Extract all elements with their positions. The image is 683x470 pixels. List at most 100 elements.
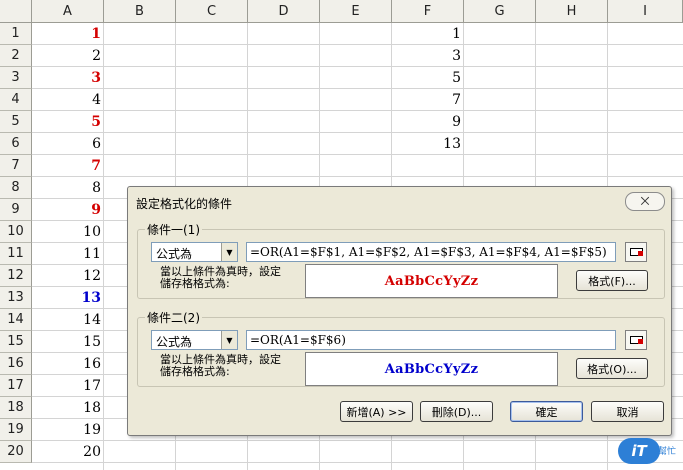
condition-2-range-picker-button[interactable] bbox=[625, 330, 647, 350]
condition-2-preview: AaBbCcYyZz bbox=[305, 352, 558, 386]
column-header-b[interactable]: B bbox=[104, 0, 176, 23]
condition-1-preview: AaBbCcYyZz bbox=[305, 264, 558, 298]
cell-a[interactable]: 13 bbox=[32, 287, 104, 308]
row-header[interactable]: 6 bbox=[0, 133, 32, 155]
condition-1-description: 當以上條件為真時，設定 儲存格格式為: bbox=[160, 266, 281, 290]
row-header[interactable]: 14 bbox=[0, 309, 32, 331]
close-icon: ⨉ bbox=[640, 194, 650, 208]
row-header[interactable]: 5 bbox=[0, 111, 32, 133]
gridline bbox=[32, 132, 683, 133]
column-header-c[interactable]: C bbox=[176, 0, 248, 23]
cell-f[interactable]: 1 bbox=[392, 23, 464, 44]
condition-2-description: 當以上條件為真時，設定 儲存格格式為: bbox=[160, 354, 281, 378]
ok-button[interactable]: 確定 bbox=[510, 401, 583, 422]
cell-a[interactable]: 20 bbox=[32, 441, 104, 462]
select-all-corner[interactable] bbox=[0, 0, 32, 23]
condition-2-format-button[interactable]: 格式(O)... bbox=[576, 358, 648, 379]
cell-a[interactable]: 14 bbox=[32, 309, 104, 330]
cell-f[interactable]: 13 bbox=[392, 133, 464, 154]
chevron-down-icon[interactable]: ▼ bbox=[221, 243, 237, 261]
gridline bbox=[32, 66, 683, 67]
row-header[interactable]: 16 bbox=[0, 353, 32, 375]
cell-a[interactable]: 17 bbox=[32, 375, 104, 396]
cell-a[interactable]: 4 bbox=[32, 89, 104, 110]
cell-a[interactable]: 6 bbox=[32, 133, 104, 154]
row-header[interactable]: 15 bbox=[0, 331, 32, 353]
cell-f[interactable]: 9 bbox=[392, 111, 464, 132]
condition-1-range-picker-button[interactable] bbox=[625, 242, 647, 262]
cell-a[interactable]: 15 bbox=[32, 331, 104, 352]
cell-a[interactable]: 12 bbox=[32, 265, 104, 286]
condition-1-group: 條件一(1) 公式為 ▼ =OR(A1=$F$1, A1=$F$2, A1=$F… bbox=[137, 221, 665, 299]
condition-1-desc-line2: 儲存格格式為: bbox=[160, 277, 230, 290]
gridline bbox=[32, 44, 683, 45]
logo-subtext: 幫忙 bbox=[658, 447, 677, 457]
row-header[interactable]: 10 bbox=[0, 221, 32, 243]
gridline bbox=[32, 462, 683, 463]
range-select-icon bbox=[629, 336, 643, 344]
condition-2-label: 條件二(2) bbox=[145, 309, 202, 326]
row-header[interactable]: 7 bbox=[0, 155, 32, 177]
cancel-button[interactable]: 取消 bbox=[591, 401, 664, 422]
cell-a[interactable]: 9 bbox=[32, 199, 104, 220]
condition-1-label: 條件一(1) bbox=[145, 221, 202, 238]
conditional-format-dialog: 設定格式化的條件 ⨉ 條件一(1) 公式為 ▼ =OR(A1=$F$1, A1=… bbox=[127, 186, 672, 436]
column-header-h[interactable]: H bbox=[536, 0, 608, 23]
column-header-e[interactable]: E bbox=[320, 0, 392, 23]
delete-condition-button[interactable]: 刪除(D)... bbox=[420, 401, 493, 422]
row-header[interactable]: 18 bbox=[0, 397, 32, 419]
cell-a[interactable]: 10 bbox=[32, 221, 104, 242]
cell-a[interactable]: 3 bbox=[32, 67, 104, 88]
row-header[interactable]: 8 bbox=[0, 177, 32, 199]
cell-f[interactable]: 3 bbox=[392, 45, 464, 66]
cell-a[interactable]: 16 bbox=[32, 353, 104, 374]
gridline bbox=[32, 440, 683, 441]
row-header[interactable]: 11 bbox=[0, 243, 32, 265]
row-header[interactable]: 20 bbox=[0, 441, 32, 463]
column-header-a[interactable]: A bbox=[32, 0, 104, 23]
cell-a[interactable]: 1 bbox=[32, 23, 104, 44]
condition-2-desc-line2: 儲存格格式為: bbox=[160, 365, 230, 378]
range-select-icon bbox=[629, 248, 643, 256]
row-header[interactable]: 4 bbox=[0, 89, 32, 111]
row-header[interactable]: 2 bbox=[0, 45, 32, 67]
condition-1-type-value: 公式為 bbox=[156, 247, 193, 261]
column-header-f[interactable]: F bbox=[392, 0, 464, 23]
dialog-title: 設定格式化的條件 bbox=[136, 197, 233, 211]
condition-1-formula-input[interactable]: =OR(A1=$F$1, A1=$F$2, A1=$F$3, A1=$F$4, … bbox=[246, 242, 616, 262]
cell-a[interactable]: 18 bbox=[32, 397, 104, 418]
close-button[interactable]: ⨉ bbox=[625, 192, 665, 211]
cell-f[interactable]: 7 bbox=[392, 89, 464, 110]
cell-a[interactable]: 2 bbox=[32, 45, 104, 66]
row-header[interactable]: 1 bbox=[0, 23, 32, 45]
condition-2-formula-input[interactable]: =OR(A1=$F$6) bbox=[246, 330, 616, 350]
ithome-logo: iT 幫忙 bbox=[618, 434, 680, 466]
row-header[interactable]: 13 bbox=[0, 287, 32, 309]
row-header[interactable]: 3 bbox=[0, 67, 32, 89]
cell-a[interactable]: 19 bbox=[32, 419, 104, 440]
gridline bbox=[32, 88, 683, 89]
condition-2-type-select[interactable]: 公式為 ▼ bbox=[151, 330, 238, 350]
column-header-g[interactable]: G bbox=[464, 0, 536, 23]
add-condition-button[interactable]: 新增(A) >> bbox=[340, 401, 413, 422]
gridline bbox=[32, 110, 683, 111]
gridline bbox=[32, 154, 683, 155]
chevron-down-icon[interactable]: ▼ bbox=[221, 331, 237, 349]
condition-1-format-button[interactable]: 格式(F)... bbox=[576, 270, 648, 291]
cell-a[interactable]: 7 bbox=[32, 155, 104, 176]
row-header[interactable]: 19 bbox=[0, 419, 32, 441]
column-header-i[interactable]: I bbox=[608, 0, 683, 23]
condition-2-group: 條件二(2) 公式為 ▼ =OR(A1=$F$6) 當以上條件為真時，設定 儲存… bbox=[137, 309, 665, 387]
gridline bbox=[32, 176, 683, 177]
column-header-d[interactable]: D bbox=[248, 0, 320, 23]
row-header[interactable]: 9 bbox=[0, 199, 32, 221]
cell-f[interactable]: 5 bbox=[392, 67, 464, 88]
cell-a[interactable]: 5 bbox=[32, 111, 104, 132]
row-header[interactable]: 17 bbox=[0, 375, 32, 397]
row-header[interactable]: 12 bbox=[0, 265, 32, 287]
condition-1-type-select[interactable]: 公式為 ▼ bbox=[151, 242, 238, 262]
logo-badge: iT bbox=[618, 438, 660, 464]
cell-a[interactable]: 8 bbox=[32, 177, 104, 198]
condition-2-type-value: 公式為 bbox=[156, 335, 193, 349]
cell-a[interactable]: 11 bbox=[32, 243, 104, 264]
